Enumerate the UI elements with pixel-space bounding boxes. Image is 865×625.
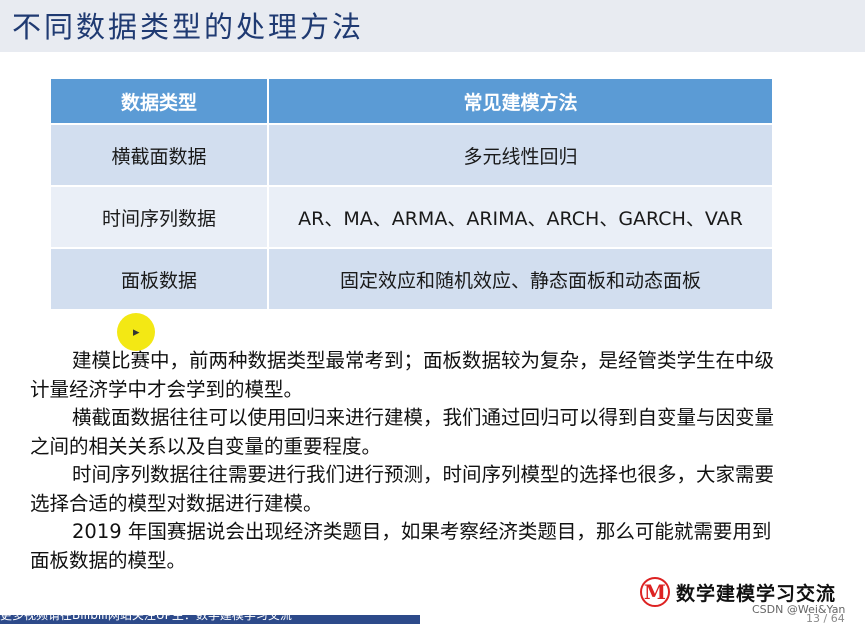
slide-header: 不同数据类型的处理方法 (0, 0, 865, 52)
table-cell: 横截面数据 (49, 123, 269, 187)
paragraph: 横截面数据往往可以使用回归来进行建模，我们通过回归可以得到自变量与因变量之间的相… (30, 406, 775, 458)
mouse-pointer-icon: ▸ (133, 325, 140, 340)
page-number: 13 / 64 (806, 612, 845, 625)
data-type-table: 数据类型 常见建模方法 横截面数据 多元线性回归 时间序列数据 AR、MA、AR… (49, 77, 774, 311)
table-row: 面板数据 固定效应和随机效应、静态面板和动态面板 (49, 247, 774, 311)
table-header-row: 数据类型 常见建模方法 (49, 77, 774, 125)
table-cell: 固定效应和随机效应、静态面板和动态面板 (267, 247, 774, 311)
body-text: 建模比赛中，前两种数据类型最常考到；面板数据较为复杂，是经管类学生在中级计量经济… (30, 347, 790, 575)
brand-m-logo-icon: M (640, 577, 670, 607)
footer-text: 更多视频请在Bilibili网站关注UP主：数学建模学习交流 (0, 615, 292, 622)
table-cell: AR、MA、ARMA、ARIMA、ARCH、GARCH、VAR (267, 185, 774, 249)
table-row: 横截面数据 多元线性回归 (49, 123, 774, 187)
table-row: 时间序列数据 AR、MA、ARMA、ARIMA、ARCH、GARCH、VAR (49, 185, 774, 249)
table-cell: 时间序列数据 (49, 185, 269, 249)
slide-title: 不同数据类型的处理方法 (12, 10, 365, 44)
paragraph: 2019 年国赛据说会出现经济类题目，如果考察经济类题目，那么可能就需要用到面板… (30, 520, 772, 572)
paragraph: 时间序列数据往往需要进行我们进行预测，时间序列模型的选择也很多，大家需要选择合适… (30, 463, 775, 515)
table-cell: 面板数据 (49, 247, 269, 311)
brand-name: 数学建模学习交流 (676, 582, 837, 605)
table-header-cell: 数据类型 (49, 77, 269, 125)
paragraph: 建模比赛中，前两种数据类型最常考到；面板数据较为复杂，是经管类学生在中级计量经济… (30, 349, 775, 401)
footer-bar: 更多视频请在Bilibili网站关注UP主：数学建模学习交流 (0, 615, 420, 624)
table-cell: 多元线性回归 (267, 123, 774, 187)
table-header-cell: 常见建模方法 (267, 77, 774, 125)
